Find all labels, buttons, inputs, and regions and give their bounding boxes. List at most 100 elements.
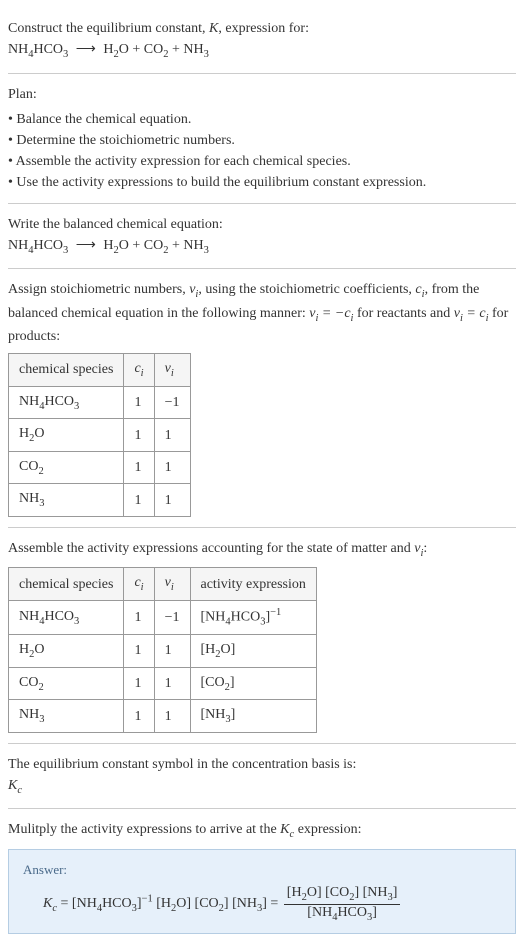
cell-species: NH3 — [9, 484, 124, 517]
header-species: chemical species — [9, 568, 124, 601]
symbol-K: K — [280, 822, 289, 837]
symbol: = −c — [318, 306, 350, 321]
table-row: H2O 1 1 [H2O] — [9, 635, 317, 668]
symbol-text: The equilibrium constant symbol in the c… — [8, 754, 516, 775]
answer-label: Answer: — [23, 860, 501, 880]
subscript: 3 — [204, 244, 209, 255]
intro-part: Construct the equilibrium constant, — [8, 21, 209, 36]
stoich-intro: Assign stoichiometric numbers, νi, using… — [8, 279, 516, 347]
answer-equation: Kc = [NH4HCO3]−1 [H2O] [CO2] [NH3] = [H2… — [23, 885, 501, 923]
table-row: NH3 1 1 [NH3] — [9, 700, 317, 733]
intro-part: , expression for: — [218, 21, 309, 36]
cell-nu: 1 — [154, 484, 190, 517]
text: for reactants and — [353, 306, 453, 321]
species: HCO — [33, 42, 63, 57]
plan-section: Plan: Balance the chemical equation. Det… — [8, 74, 516, 204]
symbol-K: K — [8, 778, 17, 793]
header-c: ci — [124, 568, 154, 601]
cell-nu: −1 — [154, 386, 190, 419]
cell-c: 1 — [124, 451, 154, 484]
denominator: [NH4HCO3] — [284, 905, 401, 923]
intro-text: Construct the equilibrium constant, K, e… — [8, 18, 516, 39]
numerator: [H2O] [CO2] [NH3] — [284, 885, 401, 904]
subscript: i — [171, 368, 174, 379]
cell-species: NH4HCO3 — [9, 386, 124, 419]
subscript-c: c — [17, 785, 22, 796]
balanced-section: Write the balanced chemical equation: NH… — [8, 204, 516, 270]
table-row: NH3 1 1 — [9, 484, 191, 517]
cell-nu: 1 — [154, 667, 190, 700]
cell-nu: 1 — [154, 635, 190, 668]
symbol-K: K — [209, 21, 218, 36]
answer-box: Answer: Kc = [NH4HCO3]−1 [H2O] [CO2] [NH… — [8, 849, 516, 934]
cell-nu: 1 — [154, 419, 190, 452]
activity-table: chemical species ci νi activity expressi… — [8, 567, 317, 732]
intro-section: Construct the equilibrium constant, K, e… — [8, 8, 516, 74]
plan-list: Balance the chemical equation. Determine… — [8, 109, 516, 193]
species: NH — [8, 238, 28, 253]
cell-species: H2O — [9, 635, 124, 668]
arrow-icon: ⟶ — [72, 238, 100, 253]
text: , using the stoichiometric coefficients, — [198, 282, 415, 297]
table-row: CO2 1 1 — [9, 451, 191, 484]
cell-nu: 1 — [154, 700, 190, 733]
subscript: 3 — [63, 244, 68, 255]
table-header-row: chemical species ci νi activity expressi… — [9, 568, 317, 601]
subscript: i — [141, 368, 144, 379]
symbol-section: The equilibrium constant symbol in the c… — [8, 744, 516, 810]
equals: = — [57, 897, 72, 912]
cell-nu: 1 — [154, 451, 190, 484]
multiply-text: Mulitply the activity expressions to arr… — [8, 819, 516, 843]
cell-species: H2O — [9, 419, 124, 452]
species: O + CO — [119, 238, 163, 253]
header-nu: νi — [154, 568, 190, 601]
balanced-equation: NH4HCO3 ⟶ H2O + CO2 + NH3 — [8, 235, 516, 259]
subscript: 3 — [204, 49, 209, 60]
species: H — [103, 238, 113, 253]
equation: NH4HCO3 ⟶ H2O + CO2 + NH3 — [8, 39, 516, 63]
header-activity: activity expression — [190, 568, 316, 601]
cell-species: NH4HCO3 — [9, 601, 124, 635]
text: expression: — [294, 822, 361, 837]
arrow-icon: ⟶ — [72, 42, 100, 57]
table-row: NH4HCO3 1 −1 — [9, 386, 191, 419]
cell-c: 1 — [124, 419, 154, 452]
table-header-row: chemical species ci νi — [9, 354, 191, 387]
cell-activity: [NH4HCO3]−1 — [190, 601, 316, 635]
cell-c: 1 — [124, 484, 154, 517]
cell-species: CO2 — [9, 451, 124, 484]
text: Mulitply the activity expressions to arr… — [8, 822, 280, 837]
stoich-section: Assign stoichiometric numbers, νi, using… — [8, 269, 516, 528]
text: Assemble the activity expressions accoun… — [8, 541, 414, 556]
cell-activity: [NH3] — [190, 700, 316, 733]
answer-section: Mulitply the activity expressions to arr… — [8, 809, 516, 944]
activity-intro: Assemble the activity expressions accoun… — [8, 538, 516, 562]
header-species: chemical species — [9, 354, 124, 387]
table-row: CO2 1 1 [CO2] — [9, 667, 317, 700]
cell-activity: [H2O] — [190, 635, 316, 668]
cell-c: 1 — [124, 667, 154, 700]
plan-item: Assemble the activity expression for eac… — [8, 151, 516, 172]
symbol-K: K — [43, 897, 52, 912]
header-nu: νi — [154, 354, 190, 387]
plan-item: Determine the stoichiometric numbers. — [8, 130, 516, 151]
plan-title: Plan: — [8, 84, 516, 105]
species: HCO — [33, 238, 63, 253]
kc-symbol: Kc — [8, 775, 516, 799]
cell-c: 1 — [124, 601, 154, 635]
cell-activity: [CO2] — [190, 667, 316, 700]
cell-c: 1 — [124, 700, 154, 733]
cell-nu: −1 — [154, 601, 190, 635]
species: H — [103, 42, 113, 57]
species: + NH — [168, 42, 203, 57]
header-c: ci — [124, 354, 154, 387]
plan-item: Use the activity expressions to build th… — [8, 172, 516, 193]
species: NH — [8, 42, 28, 57]
table-row: NH4HCO3 1 −1 [NH4HCO3]−1 — [9, 601, 317, 635]
balanced-title: Write the balanced chemical equation: — [8, 214, 516, 235]
fraction: [H2O] [CO2] [NH3][NH4HCO3] — [284, 885, 401, 923]
symbol: = c — [463, 306, 486, 321]
plan-item: Balance the chemical equation. — [8, 109, 516, 130]
species: O + CO — [119, 42, 163, 57]
species: + NH — [168, 238, 203, 253]
